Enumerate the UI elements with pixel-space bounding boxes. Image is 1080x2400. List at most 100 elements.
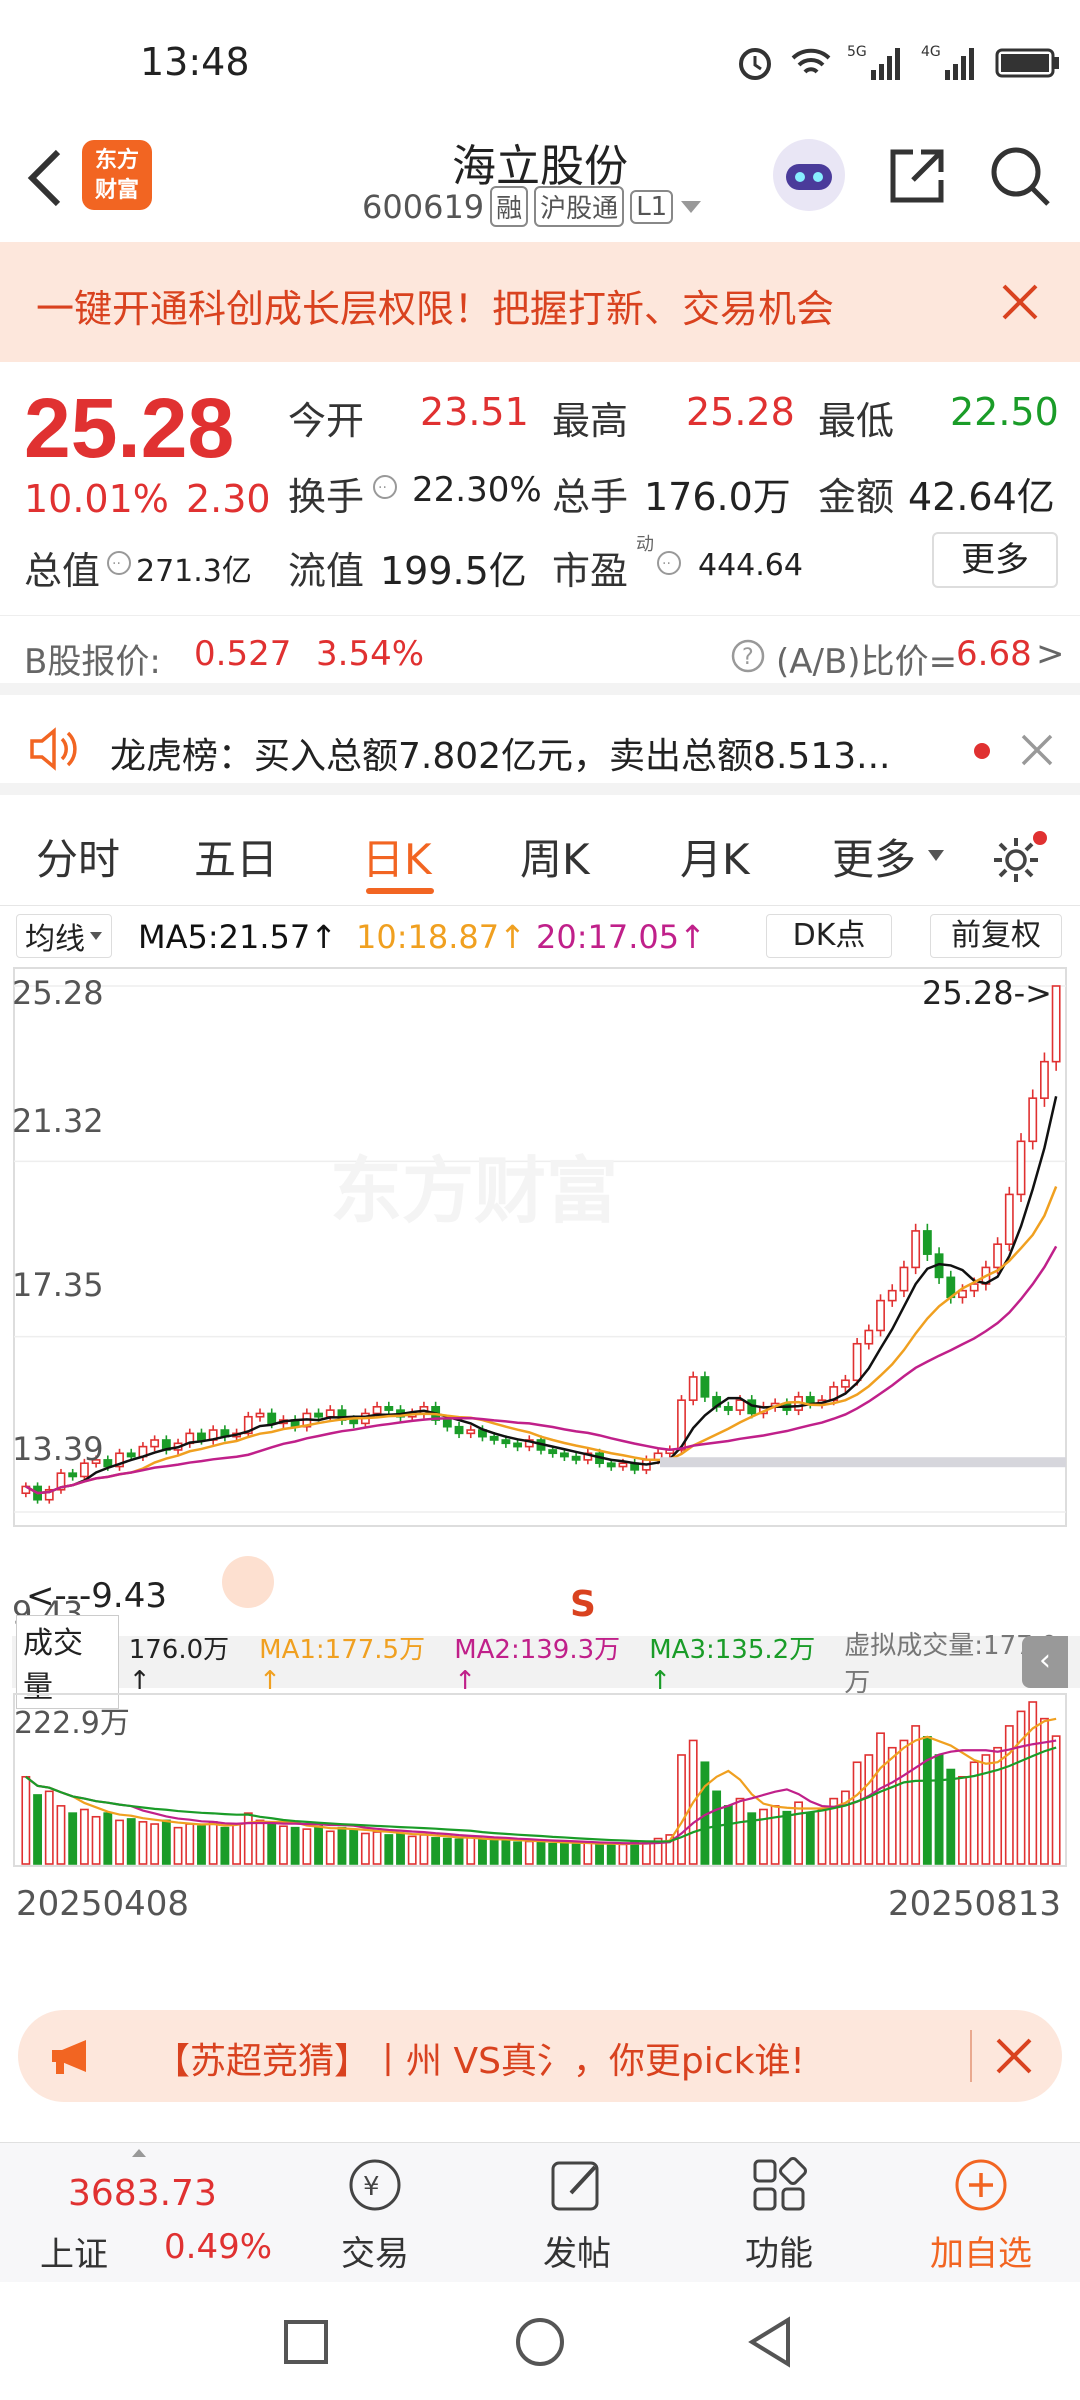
megaphone-icon bbox=[52, 2040, 86, 2074]
sell-signal[interactable]: S bbox=[570, 1584, 596, 1625]
collapse-icon[interactable]: ‹ bbox=[1022, 1636, 1068, 1688]
system-nav-bar bbox=[0, 2282, 1080, 2400]
volume-bar bbox=[360, 1832, 370, 1865]
search-icon[interactable] bbox=[988, 144, 1052, 208]
ad-banner[interactable]: 【苏超竞猜】丨州 VS真氵，你更pick谁! bbox=[18, 2010, 1062, 2102]
close-icon[interactable] bbox=[1020, 733, 1054, 767]
nav-add-watchlist[interactable]: 加自选 bbox=[906, 2153, 1056, 2275]
volume-bar bbox=[349, 1829, 359, 1865]
quote-panel: 25.28 10.01% 2.30 总值 ·· 271.3亿 今开 23.51 … bbox=[0, 362, 1080, 602]
candle bbox=[864, 1329, 874, 1345]
candle bbox=[384, 1405, 394, 1411]
svg-text:¥: ¥ bbox=[363, 2172, 380, 2202]
volume-bar bbox=[372, 1831, 382, 1865]
volume-bar bbox=[384, 1834, 394, 1865]
nav-post[interactable]: 发帖 bbox=[502, 2153, 652, 2275]
robot-assistant-icon[interactable] bbox=[770, 136, 848, 214]
more-button[interactable]: 更多 bbox=[932, 532, 1058, 588]
help-icon[interactable]: ? bbox=[730, 638, 766, 674]
volume-bar bbox=[513, 1841, 523, 1865]
float-label: 流值 bbox=[288, 549, 365, 593]
promo-banner[interactable]: 一键开通科创成长层权限！把握打新、交易机会 bbox=[0, 242, 1080, 362]
max-price-label: 25.28-> bbox=[922, 974, 1052, 1012]
bottom-nav: 3683.73 上证 0.49% ¥ 交易 发帖 功能 加自选 bbox=[0, 2142, 1080, 2282]
price-chart[interactable]: 东方财富 bbox=[0, 964, 1080, 1534]
volume-bar bbox=[267, 1823, 277, 1865]
tag-level: L1 bbox=[630, 189, 674, 224]
ma5-readout: MA5:21.57↑ bbox=[138, 918, 338, 956]
edit-icon bbox=[551, 2161, 599, 2211]
gear-icon[interactable] bbox=[988, 830, 1048, 890]
volume-bar bbox=[595, 1844, 604, 1865]
home-icon[interactable] bbox=[514, 2316, 566, 2368]
candle bbox=[1004, 1193, 1014, 1245]
candle bbox=[349, 1419, 359, 1425]
volume-bar bbox=[712, 1790, 722, 1865]
volume-bar bbox=[419, 1834, 429, 1865]
ma-selector[interactable]: 均线 bbox=[16, 914, 112, 958]
candle bbox=[805, 1396, 815, 1405]
nav-trade[interactable]: ¥ 交易 bbox=[300, 2153, 450, 2275]
candle bbox=[1040, 1060, 1049, 1099]
signal-4g-icon: 4G bbox=[921, 44, 974, 80]
volume-bar bbox=[1004, 1725, 1014, 1865]
volume-bar bbox=[794, 1801, 804, 1865]
ma-selector-label: 均线 bbox=[25, 922, 85, 957]
vol-ma2-value: MA2:139.3万 bbox=[454, 1634, 621, 1665]
volume-bar bbox=[79, 1808, 89, 1865]
volume-bar bbox=[431, 1837, 441, 1865]
chart-tabs: 分时 五日 日K 周K 月K 更多 bbox=[0, 806, 1080, 906]
tab-intraday[interactable]: 分时 bbox=[36, 826, 120, 887]
volume-chart[interactable] bbox=[0, 1692, 1080, 1872]
status-bar: 13:48 5G 4G bbox=[0, 0, 1080, 130]
svg-text:··: ·· bbox=[378, 480, 387, 496]
abs-change: 2.30 bbox=[186, 477, 271, 521]
dk-point-button[interactable]: DK点 bbox=[766, 914, 892, 958]
float-value: 199.5亿 bbox=[380, 549, 527, 593]
candle bbox=[723, 1405, 733, 1411]
index-value[interactable]: 3683.73 bbox=[68, 2173, 217, 2214]
kline-chart[interactable]: 均线 MA5:21.57↑ 10:18.87↑ 20:17.05↑ DK点 前复… bbox=[0, 906, 1080, 1966]
back-nav-icon[interactable] bbox=[744, 2316, 796, 2368]
x-end-date: 20250813 bbox=[888, 1884, 1062, 1924]
tab-five-day[interactable]: 五日 bbox=[194, 826, 278, 887]
wifi-icon bbox=[791, 48, 831, 74]
candle bbox=[103, 1459, 113, 1468]
low-label: 最低 bbox=[818, 399, 895, 443]
volume-bar bbox=[817, 1808, 827, 1865]
dropdown-icon[interactable] bbox=[679, 197, 703, 217]
amount-value: 42.64亿 bbox=[908, 475, 1055, 519]
info-icon[interactable]: ·· bbox=[656, 550, 682, 576]
open-value: 23.51 bbox=[420, 390, 529, 434]
index-name[interactable]: 上证 bbox=[40, 2227, 108, 2276]
y-tick-label: 17.35 bbox=[12, 1266, 104, 1304]
recents-icon[interactable] bbox=[282, 2318, 330, 2366]
volume-bar bbox=[911, 1725, 921, 1865]
candle bbox=[887, 1289, 897, 1302]
chevron-down-icon bbox=[928, 850, 944, 861]
tab-more[interactable]: 更多 bbox=[832, 826, 916, 887]
tab-weekly-k[interactable]: 周K bbox=[520, 826, 590, 887]
mktcap-label: 总值 bbox=[24, 549, 101, 593]
candle bbox=[911, 1230, 921, 1269]
volume-bar bbox=[33, 1794, 42, 1865]
expand-icon[interactable] bbox=[222, 1556, 274, 1608]
index-pct[interactable]: 0.49% bbox=[164, 2227, 272, 2267]
ab-ratio-label: (A/B)比价= bbox=[776, 642, 958, 682]
dragon-tiger-row[interactable]: 龙虎榜：买入总额7.802亿元，卖出总额8.513... bbox=[0, 705, 1080, 795]
volume-bar bbox=[442, 1837, 452, 1865]
info-icon[interactable]: ·· bbox=[106, 550, 132, 576]
volume-bar bbox=[255, 1819, 265, 1865]
info-icon[interactable]: ·· bbox=[372, 474, 398, 500]
battery-icon bbox=[995, 48, 1059, 78]
close-icon[interactable] bbox=[1000, 282, 1040, 322]
b-share-row[interactable]: B股报价: 0.527 3.54% ? (A/B)比价= 6.68 > bbox=[0, 615, 1080, 695]
close-icon[interactable] bbox=[994, 2036, 1034, 2076]
active-tab-indicator bbox=[366, 888, 434, 894]
nav-functions[interactable]: 功能 bbox=[704, 2153, 854, 2275]
tab-daily-k[interactable]: 日K bbox=[362, 826, 432, 887]
tab-monthly-k[interactable]: 月K bbox=[680, 826, 750, 887]
adjustment-button[interactable]: 前复权 bbox=[930, 914, 1062, 958]
status-icons: 5G 4G bbox=[735, 42, 1061, 82]
share-icon[interactable] bbox=[885, 144, 949, 208]
